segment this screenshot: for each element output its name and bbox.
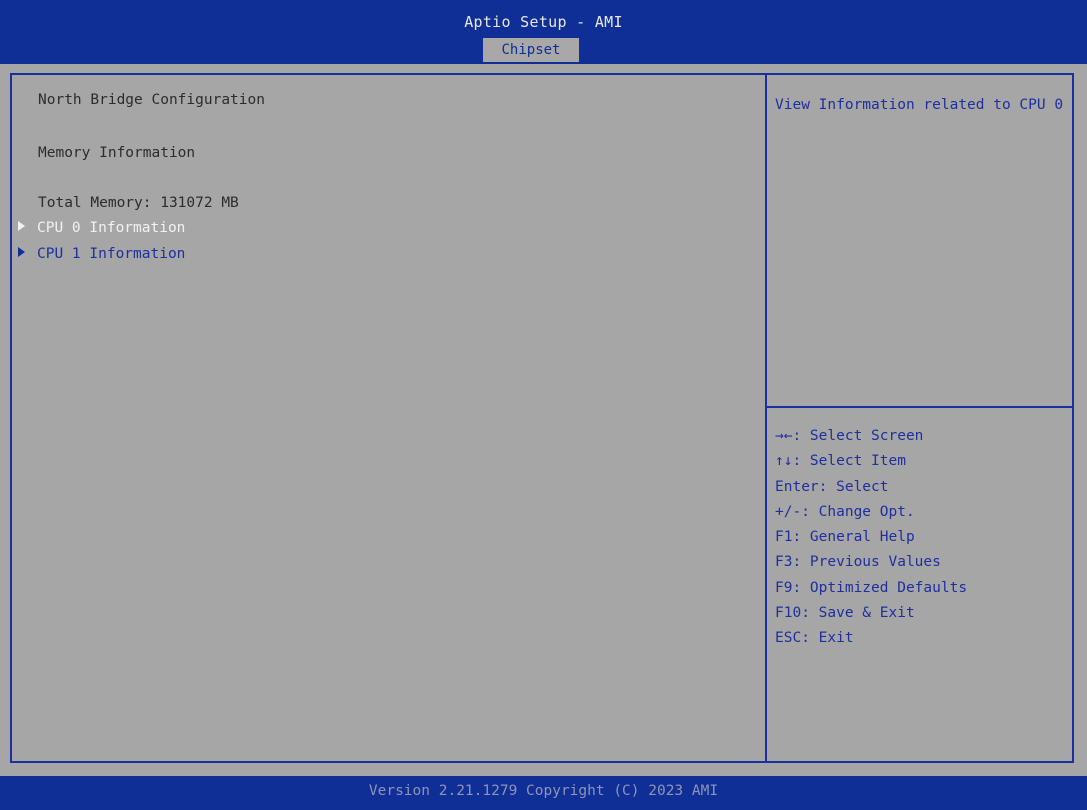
key-change-opt: +/-: Change Opt. — [775, 503, 915, 520]
version-text: Version 2.21.1279 Copyright (C) 2023 AMI — [368, 783, 719, 799]
submenu-arrow-icon — [18, 247, 25, 257]
menu-item-cpu0-information[interactable]: CPU 0 Information — [18, 220, 185, 236]
menu-item-cpu1-information[interactable]: CPU 1 Information — [18, 246, 185, 262]
bios-setup-screen: Aptio Setup - AMI Chipset North Bridge C… — [0, 0, 1087, 810]
tab-chipset[interactable]: Chipset — [483, 38, 579, 62]
submenu-arrow-icon — [18, 221, 25, 231]
help-divider — [767, 406, 1074, 408]
key-esc-exit: ESC: Exit — [775, 630, 854, 647]
menu-item-label: CPU 1 Information — [37, 246, 186, 262]
item-help-text: View Information related to CPU 0 — [775, 97, 1064, 113]
title-bar: Aptio Setup - AMI Chipset — [0, 0, 1087, 64]
section-heading: North Bridge Configuration — [38, 92, 265, 108]
key-optimized-defaults: F9: Optimized Defaults — [775, 579, 968, 596]
key-previous-values: F3: Previous Values — [775, 554, 941, 571]
key-enter-select: Enter: Select — [775, 478, 889, 495]
total-memory-value: Total Memory: 131072 MB — [38, 195, 239, 211]
menu-item-label: CPU 0 Information — [37, 220, 186, 236]
panel-divider — [765, 73, 767, 763]
key-select-screen: →←: Select Screen — [775, 428, 924, 444]
key-save-exit: F10: Save & Exit — [775, 605, 915, 622]
main-frame — [10, 73, 1074, 763]
memory-info-heading: Memory Information — [38, 145, 196, 161]
key-general-help: F1: General Help — [775, 529, 915, 546]
key-select-item: ↑↓: Select Item — [775, 453, 906, 470]
key-legend: →←: Select Screen ↑↓: Select Item Enter:… — [775, 424, 1070, 652]
footer-bar: Version 2.21.1279 Copyright (C) 2023 AMI — [0, 776, 1087, 810]
app-title: Aptio Setup - AMI — [464, 13, 623, 31]
